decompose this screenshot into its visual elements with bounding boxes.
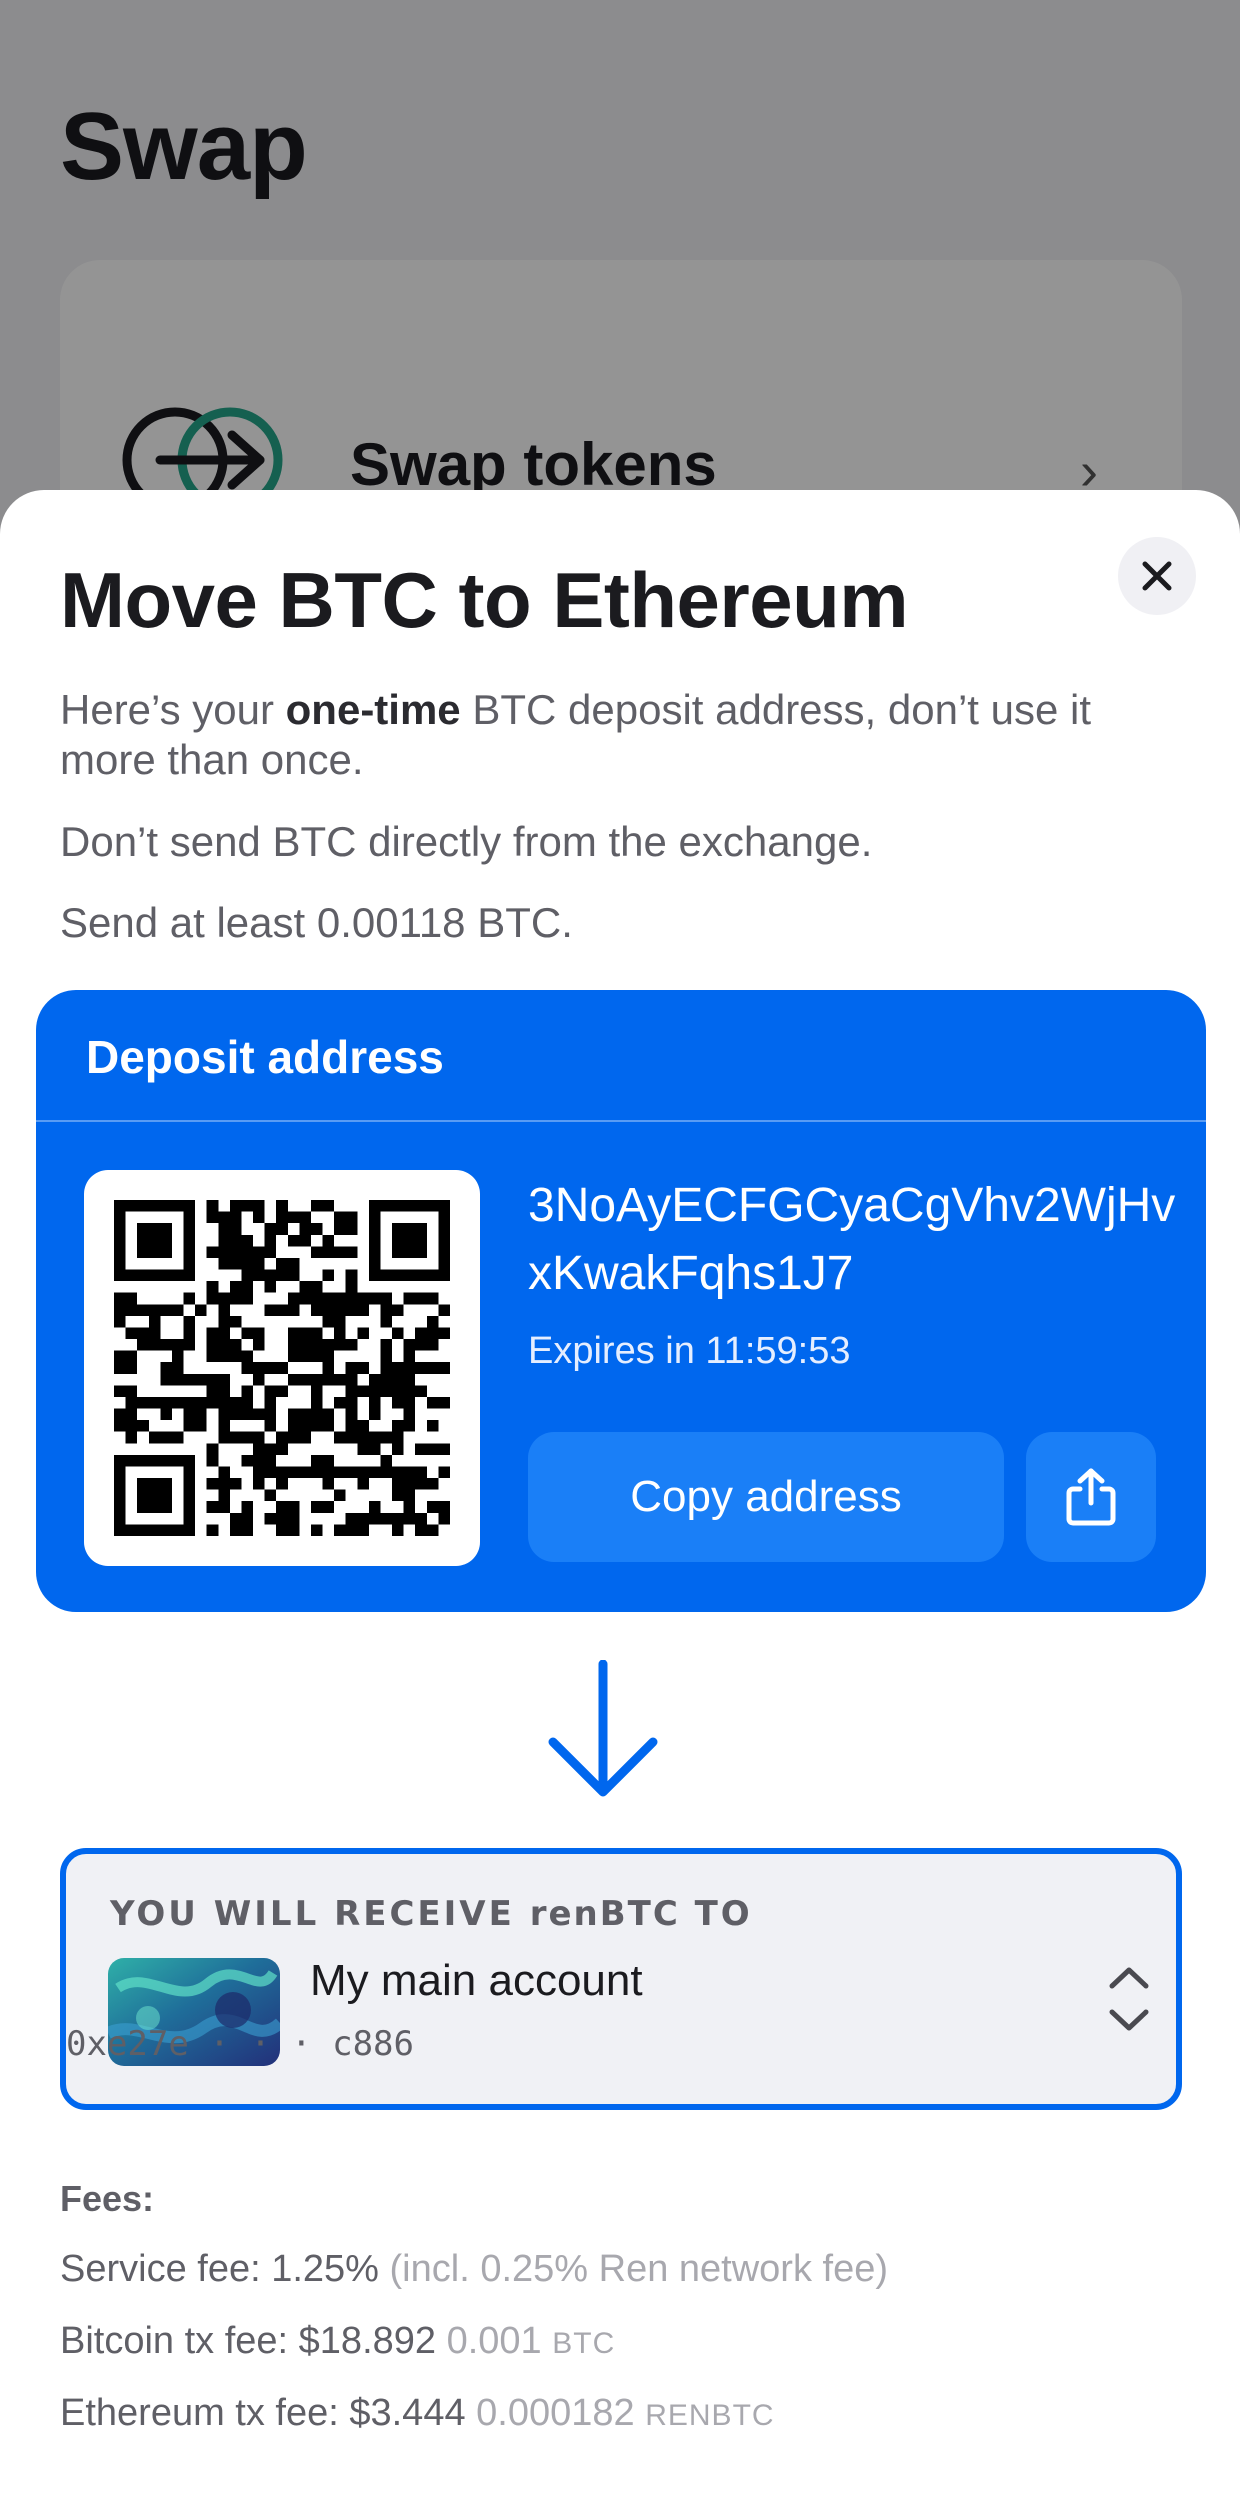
account-address: 0xe27e · · · c886 [66, 2024, 414, 2064]
deposit-title: Deposit address [86, 1031, 444, 1083]
intro-bold: one-time [285, 686, 461, 733]
ethereum-fee: Ethereum tx fee: $3.444 0.000182 RENBTC [60, 2392, 775, 2435]
receive-heading: YOU WILL RECEIVE renBTC TO [110, 1894, 753, 1934]
bitcoin-fee-unit: BTC [552, 2327, 616, 2360]
ethereum-fee-amount: 0.000182 [476, 2392, 635, 2434]
service-fee-label: Service fee: 1.25% [60, 2248, 379, 2290]
fees-title: Fees: [60, 2178, 155, 2219]
minimum-amount: Send at least 0.00118 BTC. [60, 899, 573, 946]
receive-heading-token: renBTC [529, 1894, 680, 1934]
arrow-down-icon [548, 1660, 658, 1797]
bitcoin-fee-amount: 0.001 [446, 2320, 542, 2362]
sheet-title: Move BTC to Ethereum [60, 556, 909, 644]
copy-address-button[interactable]: Copy address [528, 1432, 1004, 1562]
deposit-address[interactable]: 3NoAyECFGCyaCgVhv2WjHvxKwakFqhs1J7 [528, 1172, 1188, 1308]
expiry-timer: Expires in 11:59:53 [528, 1330, 851, 1372]
background-page: Swap Swap tokens › [0, 0, 1240, 560]
exchange-warning: Don’t send BTC directly from the exchang… [60, 818, 873, 865]
service-fee: Service fee: 1.25% (incl. 0.25% Ren netw… [60, 2248, 888, 2291]
qr-code [84, 1170, 480, 1566]
qr-code-image [114, 1200, 450, 1536]
bitcoin-fee: Bitcoin tx fee: $18.892 0.001 BTC [60, 2320, 615, 2363]
chevron-up-down-icon [1109, 1967, 1149, 2031]
divider [36, 1120, 1206, 1122]
ethereum-fee-unit: RENBTC [645, 2399, 775, 2432]
close-button[interactable] [1118, 537, 1196, 615]
intro-prefix: Here’s your [60, 686, 286, 733]
receive-heading-prefix: YOU WILL RECEIVE [110, 1894, 530, 1934]
ethereum-fee-label: Ethereum tx fee: $3.444 [60, 2392, 466, 2434]
account-name: My main account [310, 1956, 643, 2005]
intro-text: Here’s your one-time BTC deposit address… [60, 685, 1180, 785]
bitcoin-fee-label: Bitcoin tx fee: $18.892 [60, 2320, 437, 2362]
deposit-card: Deposit address 3NoAyECFGCyaCgVhv2WjHvxK… [36, 990, 1206, 1612]
account-selector[interactable]: YOU WILL RECEIVE renBTC TO My main accou… [60, 1848, 1182, 2110]
close-icon [1142, 561, 1172, 591]
share-icon [1066, 1468, 1116, 1526]
service-fee-note: (incl. 0.25% Ren network fee) [389, 2248, 888, 2290]
overlay-dim[interactable] [0, 0, 1240, 560]
share-button[interactable] [1026, 1432, 1156, 1562]
receive-heading-suffix: TO [679, 1894, 753, 1934]
